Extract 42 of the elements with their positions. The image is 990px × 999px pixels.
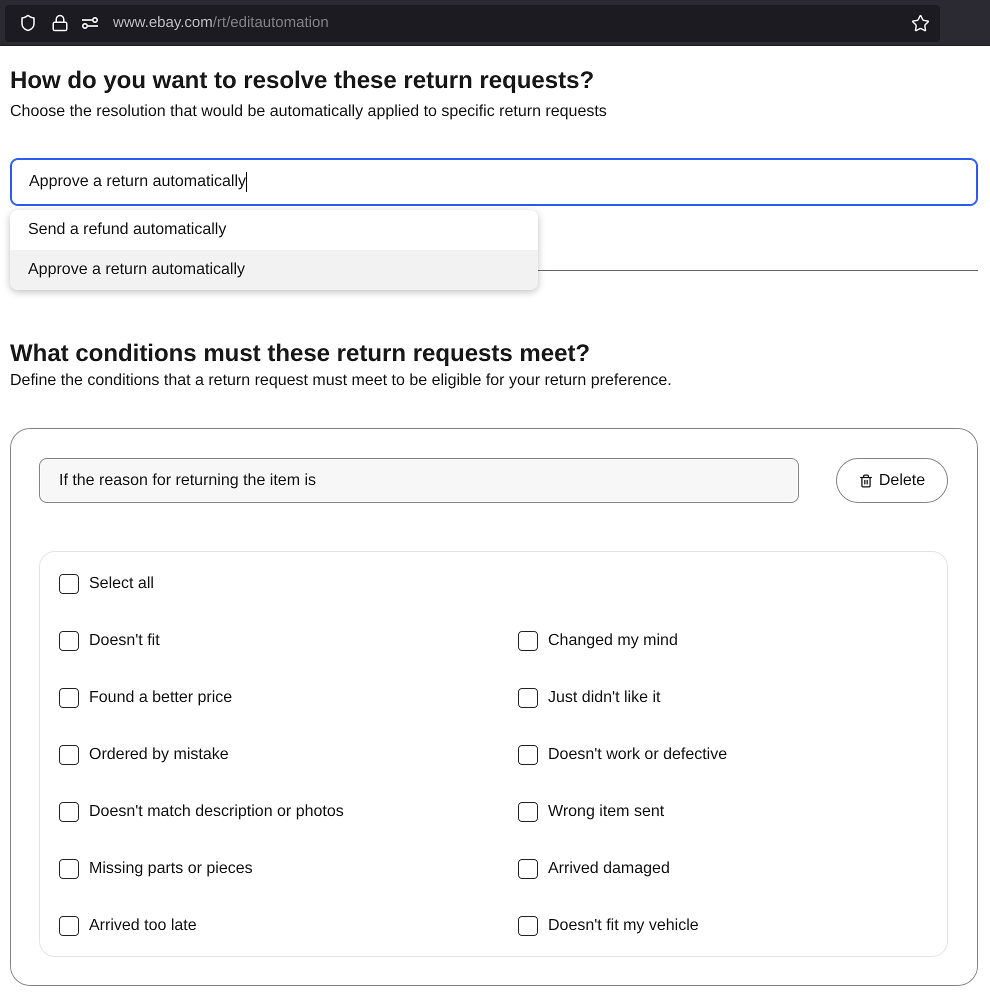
checkbox[interactable] — [59, 745, 79, 765]
checkbox-label[interactable]: Missing parts or pieces — [89, 857, 253, 881]
section-heading: What conditions must these return requests meet? — [10, 339, 592, 369]
checkbox-label[interactable]: Doesn't fit — [89, 629, 160, 653]
checkbox-label[interactable]: Changed my mind — [548, 629, 678, 653]
checkbox-label[interactable]: Arrived damaged — [548, 857, 670, 881]
checkbox[interactable] — [59, 574, 79, 594]
checkbox[interactable] — [59, 916, 79, 936]
checkbox-label[interactable]: Doesn't fit my vehicle — [548, 914, 699, 938]
checkbox-label[interactable]: Wrong item sent — [548, 800, 664, 824]
url-field[interactable]: www.ebay.com/rt/editautomation — [5, 4, 940, 42]
dropdown-option[interactable]: Approve a return automatically — [10, 250, 538, 290]
checkbox[interactable] — [59, 859, 79, 879]
checkbox[interactable] — [59, 631, 79, 651]
delete-button[interactable]: Delete — [836, 458, 948, 503]
checkbox[interactable] — [518, 688, 538, 708]
checkbox-label[interactable]: Doesn't work or defective — [548, 743, 728, 767]
checkbox-label[interactable]: Doesn't match description or photos — [89, 800, 344, 824]
lock-icon[interactable] — [51, 14, 69, 32]
star-icon[interactable] — [911, 14, 930, 32]
condition-field[interactable]: If the reason for returning the item is — [39, 458, 799, 503]
section-description: Choose the resolution that would be automatically applied to specific return requests — [10, 102, 608, 122]
checkbox-label[interactable]: Select all — [89, 572, 154, 596]
checkbox[interactable] — [518, 745, 538, 765]
permissions-icon[interactable] — [81, 17, 99, 29]
checkbox[interactable] — [59, 688, 79, 708]
checkbox[interactable] — [59, 802, 79, 822]
url-text[interactable]: www.ebay.com/rt/editautomation — [113, 12, 329, 34]
trash-icon — [858, 474, 873, 488]
checkbox[interactable] — [518, 916, 538, 936]
checkbox-label[interactable]: Ordered by mistake — [89, 743, 229, 767]
shield-icon[interactable] — [19, 14, 37, 32]
section-heading: How do you want to resolve these return requests? — [10, 66, 596, 96]
checkbox[interactable] — [518, 802, 538, 822]
checkbox[interactable] — [518, 631, 538, 651]
resolution-input[interactable]: Approve a return automatically — [10, 158, 978, 206]
checkbox-label[interactable]: Arrived too late — [89, 914, 197, 938]
checkbox-label[interactable]: Found a better price — [89, 686, 232, 710]
section-description: Define the conditions that a return request must meet to be eligible for your return preference. — [10, 371, 673, 391]
checkbox-label[interactable]: Just didn't like it — [548, 686, 660, 710]
checkbox[interactable] — [518, 859, 538, 879]
dropdown-option[interactable]: Send a refund automatically — [10, 210, 538, 250]
